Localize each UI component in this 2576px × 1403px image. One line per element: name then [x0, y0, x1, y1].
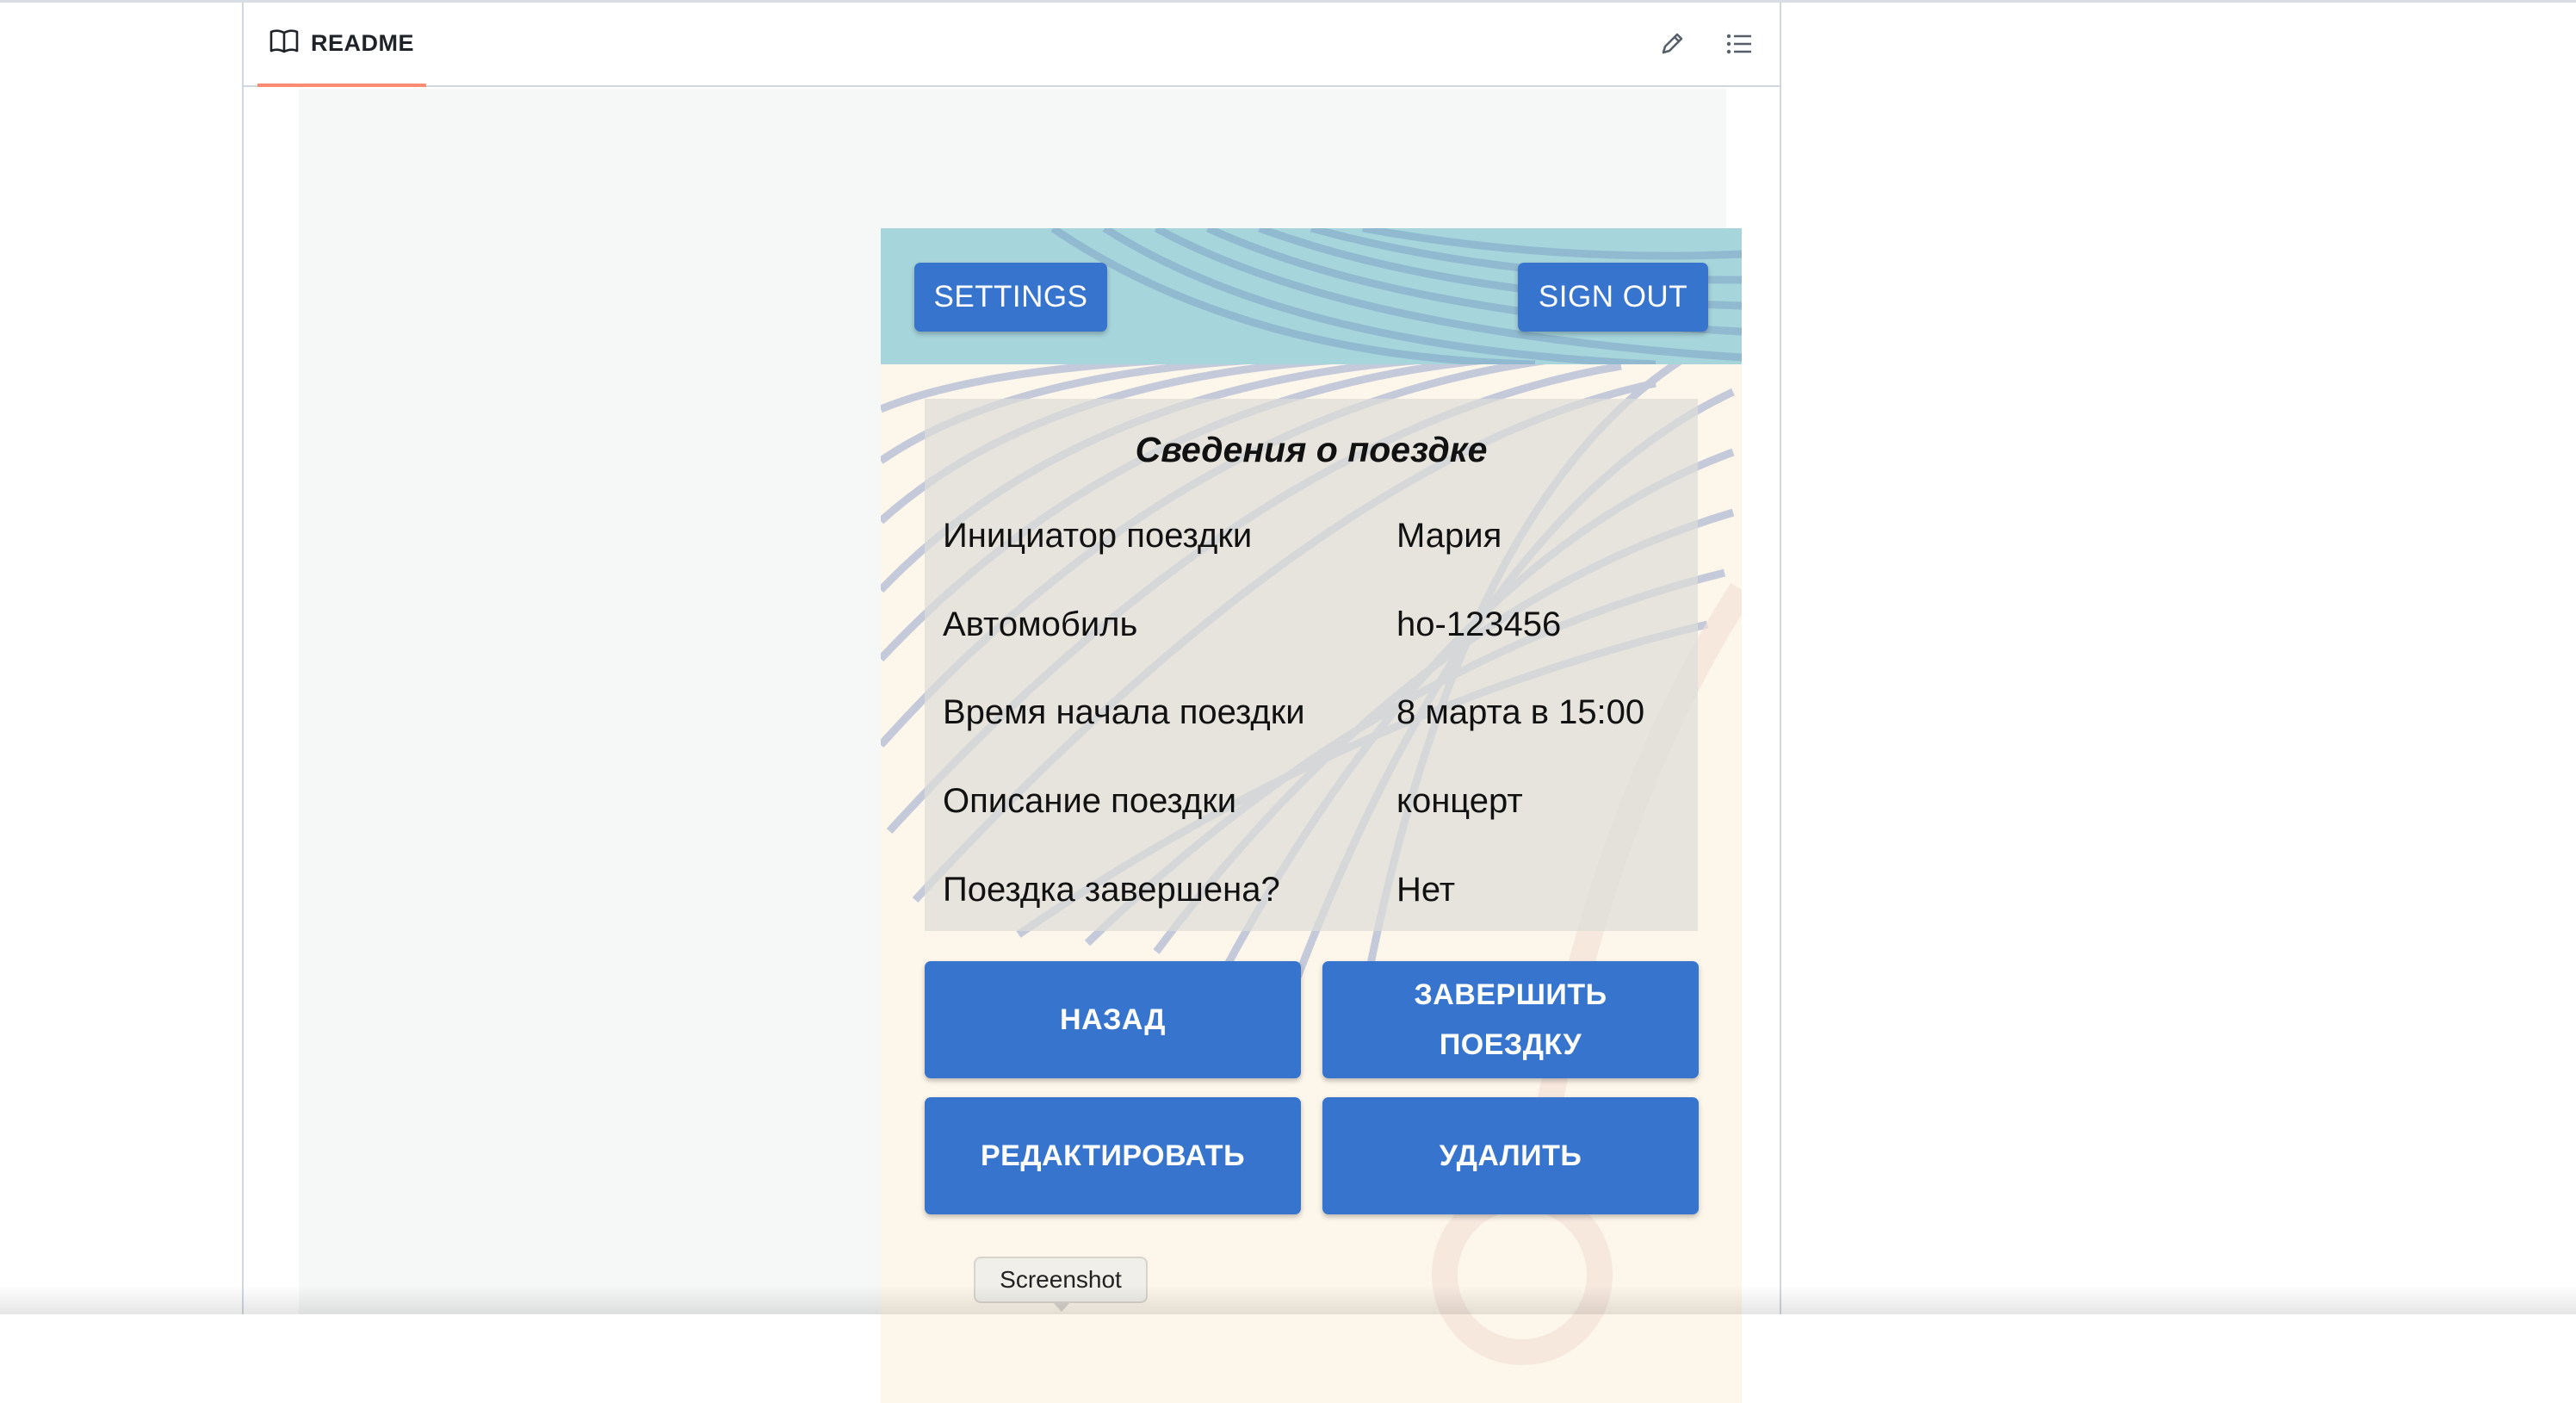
readme-content: SETTINGS SIGN OUT Сведения о поездке Ини… — [299, 89, 1742, 1403]
finish-trip-label-line1: ЗАВЕРШИТЬ — [1414, 978, 1607, 1011]
settings-button[interactable]: SETTINGS — [914, 263, 1107, 332]
edit-trip-button[interactable]: РЕДАКТИРОВАТЬ — [925, 1097, 1301, 1214]
row-value-car: ho-123456 — [1396, 605, 1562, 643]
row-value-initiator: Мария — [1396, 517, 1502, 555]
readme-tab-label: README — [311, 29, 415, 56]
edit-file-button[interactable] — [1653, 27, 1691, 65]
list-icon — [1725, 30, 1754, 62]
screenshot-image: SETTINGS SIGN OUT Сведения о поездке Ини… — [881, 228, 1742, 1403]
row-value-start-time: 8 марта в 15:00 — [1396, 693, 1645, 731]
row-label-initiator: Инициатор поездки — [943, 517, 1253, 555]
delete-trip-button[interactable]: УДАЛИТЬ — [1322, 1097, 1699, 1214]
finish-trip-button[interactable]: ЗАВЕРШИТЬ ПОЕЗДКУ — [1322, 961, 1699, 1078]
readme-panel: README SETTINGS SIGN OUT Сведения о поез… — [242, 3, 1781, 1403]
bottom-shadow — [0, 1285, 2576, 1314]
card-title: Сведения о поездке — [1135, 430, 1488, 469]
row-label-description: Описание поездки — [943, 782, 1237, 820]
finish-trip-label-line2: ПОЕЗДКУ — [1439, 1028, 1582, 1061]
app-header: SETTINGS SIGN OUT — [881, 228, 1742, 364]
row-value-finished: Нет — [1396, 871, 1456, 909]
readme-tab[interactable]: README — [257, 3, 426, 87]
outline-button[interactable] — [1720, 27, 1758, 65]
row-value-description: концерт — [1396, 782, 1523, 820]
back-button[interactable]: НАЗАД — [925, 961, 1301, 1078]
book-icon — [269, 28, 299, 59]
row-label-start-time: Время начала поездки — [943, 693, 1305, 731]
sign-out-button[interactable]: SIGN OUT — [1518, 263, 1708, 332]
readme-header: README — [244, 3, 1780, 87]
row-label-car: Автомобиль — [943, 605, 1138, 643]
row-label-finished: Поездка завершена? — [943, 871, 1280, 909]
trip-details-card: Сведения о поездке Инициатор поездки Мар… — [925, 399, 1698, 931]
pencil-icon — [1658, 30, 1686, 62]
